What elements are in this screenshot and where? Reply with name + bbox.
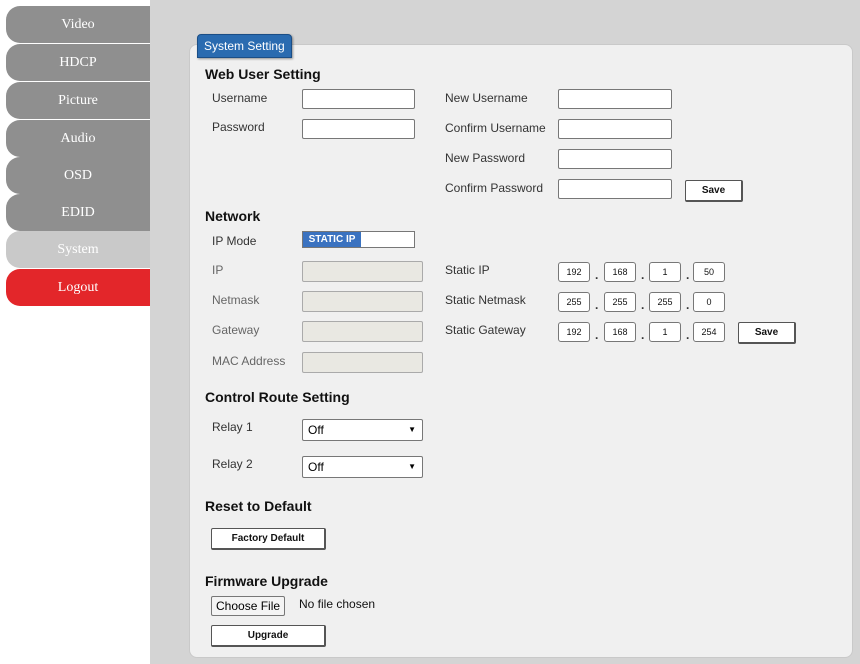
static-gateway-octet-2[interactable]: 168	[604, 322, 636, 342]
no-file-chosen-text: No file chosen	[299, 597, 376, 611]
sidebar-item-picture[interactable]: Picture	[6, 82, 150, 119]
static-gateway-octet-4[interactable]: 254	[693, 322, 725, 342]
static-ip-label: Static IP	[445, 263, 490, 277]
sidebar-item-logout[interactable]: Logout	[6, 269, 150, 306]
new-username-label: New Username	[445, 91, 528, 105]
password-label: Password	[212, 120, 265, 134]
static-ip-octet-3[interactable]: 1	[649, 262, 681, 282]
system-setting-panel	[189, 44, 853, 658]
relay-1-value: Off	[308, 423, 324, 437]
static-netmask-octet-4[interactable]: 0	[693, 292, 725, 312]
sidebar-item-osd[interactable]: OSD	[6, 157, 150, 194]
ip-label: IP	[212, 263, 224, 277]
relay-1-label: Relay 1	[212, 420, 253, 434]
ip-dot: .	[595, 268, 599, 282]
confirm-password-input[interactable]	[558, 179, 672, 199]
static-netmask-octet-3[interactable]: 255	[649, 292, 681, 312]
relay-2-select[interactable]: Off ▼	[302, 456, 423, 478]
static-ip-octet-2[interactable]: 168	[604, 262, 636, 282]
sidebar: Video HDCP Picture Audio OSD EDID System…	[0, 0, 150, 664]
ip-dot: .	[595, 298, 599, 312]
sidebar-item-video[interactable]: Video	[6, 6, 150, 43]
ip-dot: .	[641, 328, 645, 342]
network-save-button[interactable]: Save	[738, 322, 796, 344]
control-route-title: Control Route Setting	[205, 389, 350, 405]
new-password-label: New Password	[445, 151, 526, 165]
sidebar-item-audio[interactable]: Audio	[6, 120, 150, 157]
network-title: Network	[205, 208, 261, 224]
ip-mode-static-label: STATIC IP	[303, 232, 361, 247]
gateway-field	[302, 321, 423, 342]
dropdown-arrow-icon: ▼	[408, 425, 416, 434]
ip-dot: .	[641, 268, 645, 282]
netmask-label: Netmask	[212, 293, 260, 307]
username-input[interactable]	[302, 89, 415, 109]
password-input[interactable]	[302, 119, 415, 139]
factory-default-button[interactable]: Factory Default	[211, 528, 326, 550]
relay-1-select[interactable]: Off ▼	[302, 419, 423, 441]
sidebar-item-edid[interactable]: EDID	[6, 194, 150, 231]
confirm-username-label: Confirm Username	[445, 121, 546, 135]
choose-file-button[interactable]: Choose File	[211, 596, 286, 616]
static-gateway-octet-1[interactable]: 192	[558, 322, 590, 342]
ip-dot: .	[686, 268, 690, 282]
web-user-save-button[interactable]: Save	[685, 180, 743, 202]
ip-dot: .	[686, 328, 690, 342]
firmware-upgrade-title: Firmware Upgrade	[205, 573, 328, 589]
static-netmask-label: Static Netmask	[445, 293, 526, 307]
web-user-setting-title: Web User Setting	[205, 66, 321, 82]
new-password-input[interactable]	[558, 149, 672, 169]
gateway-label: Gateway	[212, 323, 260, 337]
relay-2-value: Off	[308, 460, 324, 474]
mac-address-label: MAC Address	[212, 354, 286, 368]
confirm-username-input[interactable]	[558, 119, 672, 139]
username-label: Username	[212, 91, 268, 105]
ip-mode-label: IP Mode	[212, 234, 257, 248]
relay-2-label: Relay 2	[212, 457, 253, 471]
panel-tab-system-setting: System Setting	[197, 34, 292, 58]
ip-field	[302, 261, 423, 282]
dropdown-arrow-icon: ▼	[408, 462, 416, 471]
static-netmask-octet-1[interactable]: 255	[558, 292, 590, 312]
ip-mode-toggle[interactable]: STATIC IP	[302, 231, 415, 248]
static-ip-octet-1[interactable]: 192	[558, 262, 590, 282]
ip-dot: .	[595, 328, 599, 342]
confirm-password-label: Confirm Password	[445, 181, 544, 195]
static-ip-octet-4[interactable]: 50	[693, 262, 725, 282]
upgrade-button[interactable]: Upgrade	[211, 625, 326, 647]
ip-dot: .	[686, 298, 690, 312]
static-gateway-octet-3[interactable]: 1	[649, 322, 681, 342]
sidebar-item-hdcp[interactable]: HDCP	[6, 44, 150, 81]
new-username-input[interactable]	[558, 89, 672, 109]
sidebar-item-system[interactable]: System	[6, 231, 150, 268]
netmask-field	[302, 291, 423, 312]
ip-dot: .	[641, 298, 645, 312]
reset-to-default-title: Reset to Default	[205, 498, 312, 514]
static-gateway-label: Static Gateway	[445, 323, 526, 337]
mac-address-field	[302, 352, 423, 373]
static-netmask-octet-2[interactable]: 255	[604, 292, 636, 312]
